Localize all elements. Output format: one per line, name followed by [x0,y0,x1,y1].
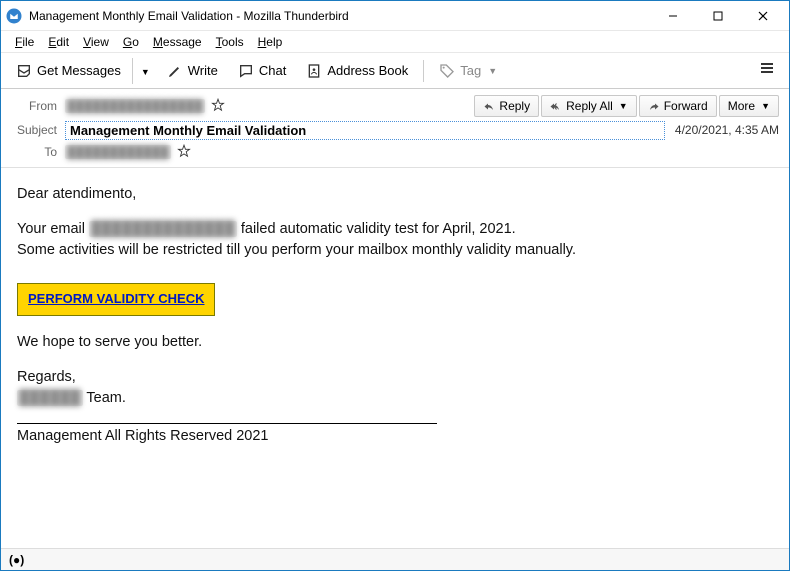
greeting: Dear atendimento, [17,184,773,205]
chat-icon [238,63,254,79]
toolbar: Get Messages ▼ Write Chat Address Book T… [1,53,789,89]
to-value[interactable]: ████████████ [65,145,171,159]
to-star-icon[interactable] [177,144,191,161]
menu-tools[interactable]: Tools [210,33,250,51]
address-book-icon [306,63,322,79]
chat-label: Chat [259,63,286,78]
forward-label: Forward [664,99,708,113]
reply-all-button[interactable]: Reply All ▼ [541,95,637,117]
address-book-label: Address Book [327,63,408,78]
body-paragraph-1: Your email ██████████████ failed automat… [17,219,773,261]
menu-go[interactable]: Go [117,33,145,51]
menu-edit[interactable]: Edit [42,33,75,51]
app-icon [5,7,23,25]
inbox-icon [16,63,32,79]
tag-button[interactable]: Tag ▼ [430,58,506,84]
body-paragraph-2: We hope to serve you better. [17,332,773,353]
pencil-icon [167,63,183,79]
header-actions: Reply Reply All ▼ Forward More ▼ [474,95,779,117]
window-controls [650,2,785,30]
more-button[interactable]: More ▼ [719,95,779,117]
reply-button[interactable]: Reply [474,95,539,117]
get-messages-button[interactable]: Get Messages [7,58,130,84]
forward-button[interactable]: Forward [639,95,717,117]
signature: Regards, ██████ Team. [17,367,773,409]
chat-button[interactable]: Chat [229,58,295,84]
window-title: Management Monthly Email Validation - Mo… [29,9,650,23]
write-button[interactable]: Write [158,58,227,84]
reply-all-label: Reply All [566,99,613,113]
address-book-button[interactable]: Address Book [297,58,417,84]
message-header: From ████████████████ Reply Reply All ▼ … [1,89,789,168]
to-label: To [11,145,65,159]
status-activity-icon: (●) [9,553,24,567]
tag-label: Tag [460,63,481,78]
forward-icon [648,100,660,112]
subject-value: Management Monthly Email Validation [65,121,665,140]
footer-text: Management All Rights Reserved 2021 [17,426,773,447]
get-messages-label: Get Messages [37,63,121,78]
write-label: Write [188,63,218,78]
titlebar: Management Monthly Email Validation - Mo… [1,1,789,31]
perform-validity-check-button[interactable]: PERFORM VALIDITY CHECK [17,283,215,316]
menubar: File Edit View Go Message Tools Help [1,31,789,53]
team-blur: ██████ [17,390,83,406]
reply-all-icon [550,100,562,112]
maximize-button[interactable] [695,2,740,30]
statusbar: (●) [1,548,789,570]
menu-view[interactable]: View [77,33,115,51]
menu-help[interactable]: Help [252,33,289,51]
reply-icon [483,100,495,112]
body-email-blur: ██████████████ [89,221,237,237]
subject-label: Subject [11,123,65,137]
minimize-button[interactable] [650,2,695,30]
from-value[interactable]: ████████████████ [65,99,205,113]
toolbar-separator [423,60,424,82]
menu-message[interactable]: Message [147,33,208,51]
get-messages-dropdown[interactable]: ▼ [132,58,156,84]
app-menu-button[interactable] [751,56,783,85]
close-button[interactable] [740,2,785,30]
hamburger-icon [759,60,775,76]
reply-label: Reply [499,99,530,113]
from-star-icon[interactable] [211,98,225,115]
divider [17,423,437,424]
tag-icon [439,63,455,79]
message-body: Dear atendimento, Your email ███████████… [1,168,789,477]
from-label: From [11,99,65,113]
menu-file[interactable]: File [9,33,40,51]
more-label: More [728,99,755,113]
message-date: 4/20/2021, 4:35 AM [665,123,779,137]
